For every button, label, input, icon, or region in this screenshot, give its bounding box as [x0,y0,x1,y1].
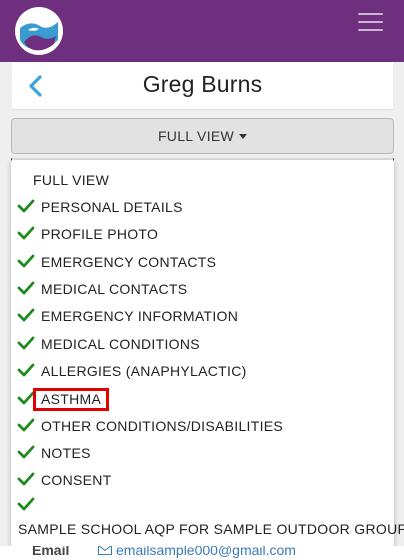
dropdown-item-other-conditions[interactable]: OTHER CONDITIONS/DISABILITIES [11,414,394,440]
hamburger-bar [358,29,383,31]
dropdown-item-unlabeled[interactable] [11,493,394,519]
dropdown-item-full-view[interactable]: FULL VIEW [11,168,394,194]
shield-wave-logo[interactable] [14,6,64,56]
email-label: Email [32,546,70,558]
dropdown-item-label: SAMPLE SCHOOL AQP FOR SAMPLE OUTDOOR GRO… [18,521,404,537]
checkmark-icon [17,254,35,268]
email-link[interactable]: emailsample000@gmail.com [116,546,296,558]
checkmark-icon [17,472,35,486]
dropdown-item-consent[interactable]: CONSENT [11,468,394,494]
app-header [0,0,404,62]
checkmark-icon [17,497,35,511]
checkmark-icon [17,418,35,432]
dropdown-item-asthma[interactable]: ASTHMA [11,387,394,413]
checkmark-icon [17,226,35,240]
dropdown-item-label: FULL VIEW [33,172,110,188]
checkmark-icon [17,281,35,295]
hamburger-bar [358,21,383,23]
dropdown-item-medical-conditions[interactable]: MEDICAL CONDITIONS [11,332,394,358]
dropdown-item-label: OTHER CONDITIONS/DISABILITIES [41,418,284,434]
checkmark-icon [17,391,35,405]
checkmark-icon [17,308,35,322]
dropdown-item-label: CONSENT [41,472,112,488]
caret-down-icon [239,133,248,139]
page-title: Greg Burns [142,71,263,97]
dropdown-item-label: NOTES [41,445,91,461]
dropdown-item-medical-contacts[interactable]: MEDICAL CONTACTS [11,277,394,303]
hamburger-bar [358,13,383,15]
dropdown-item-label: EMERGENCY CONTACTS [41,254,217,270]
dropdown-item-allergies[interactable]: ALLERGIES (ANAPHYLACTIC) [11,359,394,385]
view-select-label: FULL VIEW [157,128,235,144]
dropdown-item-notes[interactable]: NOTES [11,441,394,467]
dropdown-item-label: MEDICAL CONTACTS [41,281,188,297]
checkmark-icon [17,199,35,213]
dropdown-item-label: EMERGENCY INFORMATION [41,308,239,324]
dropdown-item-profile-photo[interactable]: PROFILE PHOTO [11,222,394,248]
profile-header-card: Greg Burns [12,62,393,110]
dropdown-item-aqp-group[interactable]: SAMPLE SCHOOL AQP FOR SAMPLE OUTDOOR GRO… [11,517,404,543]
dropdown-item-personal-details[interactable]: PERSONAL DETAILS [11,195,394,221]
view-select-button[interactable]: FULL VIEW [11,118,394,154]
view-dropdown-menu: FULL VIEW PERSONAL DETAILS PROFILE PHOTO… [11,160,404,546]
dropdown-item-emergency-information[interactable]: EMERGENCY INFORMATION [11,304,394,330]
dropdown-item-label: MEDICAL CONDITIONS [41,336,200,352]
checkmark-icon [17,336,35,350]
dropdown-item-emergency-contacts[interactable]: EMERGENCY CONTACTS [11,250,394,276]
mail-icon [98,546,112,555]
email-row: Email emailsample000@gmail.com [0,546,404,560]
hamburger-icon[interactable] [358,13,383,31]
dropdown-item-label: ALLERGIES (ANAPHYLACTIC) [41,363,247,379]
checkmark-icon [17,445,35,459]
checkmark-icon [17,363,35,377]
dropdown-item-label: PROFILE PHOTO [41,226,159,242]
dropdown-item-label: ASTHMA [41,391,102,407]
dropdown-item-label: PERSONAL DETAILS [41,199,183,215]
